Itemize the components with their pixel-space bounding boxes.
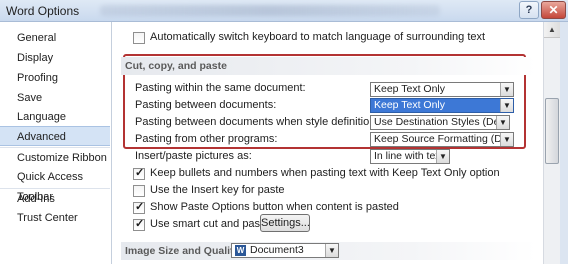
show-paste-options-label: Show Paste Options button when content i… [150,201,399,213]
sidebar-item-add-ins[interactable]: Add-Ins [0,188,110,208]
insert-pictures-label: Insert/paste pictures as: [135,150,252,162]
auto-keyboard-checkbox[interactable] [133,32,145,44]
sidebar-item-language[interactable]: Language [0,107,110,127]
paste-between-label: Pasting between documents: [135,99,277,111]
use-insert-key-checkbox[interactable] [133,185,145,197]
chevron-down-icon: ▼ [500,83,513,96]
chevron-down-icon: ▼ [436,150,449,163]
settings-button[interactable]: Settings... [260,214,310,232]
auto-keyboard-label: Automatically switch keyboard to match l… [150,31,486,43]
sidebar-item-save[interactable]: Save [0,88,110,108]
paste-within-value: Keep Text Only [374,83,446,95]
image-document-value: Document3 [250,244,304,256]
sidebar-item-general[interactable]: General [0,28,110,48]
window-border [560,22,568,264]
advanced-options-panel: Automatically switch keyboard to match l… [113,22,543,264]
sidebar-item-display[interactable]: Display [0,48,110,68]
title-bar: Word Options ? ✕ [0,0,568,22]
paste-conflict-dropdown[interactable]: Use Destination Styles (Default) ▼ [370,115,510,130]
smart-cut-label: Use smart cut and paste [150,218,270,230]
insert-pictures-dropdown[interactable]: In line with text ▼ [370,149,450,164]
sidebar-item-trust-center[interactable]: Trust Center [0,208,110,228]
scroll-up-arrow-icon[interactable]: ▲ [544,22,560,38]
section-header-cut-copy-paste: Cut, copy, and paste [121,57,536,75]
paste-within-dropdown[interactable]: Keep Text Only ▼ [370,82,514,97]
paste-between-value: Keep Text Only [374,99,446,111]
document-icon: W [235,245,246,256]
paste-conflict-value: Use Destination Styles (Default) [374,116,510,128]
sidebar-item-advanced[interactable]: Advanced [0,126,110,146]
smart-cut-checkbox[interactable] [133,217,145,231]
show-paste-options-checkbox[interactable] [133,200,145,214]
keep-bullets-checkbox[interactable] [133,166,145,180]
window-title: Word Options [6,4,80,18]
vertical-scrollbar[interactable]: ▲ [543,22,560,264]
chevron-down-icon: ▼ [496,116,509,129]
image-document-dropdown[interactable]: W Document3 ▼ [231,243,339,258]
chevron-down-icon: ▼ [500,133,513,146]
paste-other-label: Pasting from other programs: [135,133,278,145]
sidebar-item-quick-access-toolbar[interactable]: Quick Access Toolbar [0,167,110,203]
chevron-down-icon: ▼ [325,244,338,257]
options-sidebar: General Display Proofing Save Language A… [0,22,112,264]
help-button[interactable]: ? [519,1,539,19]
scroll-thumb[interactable] [545,98,559,164]
insert-pictures-value: In line with text [374,150,444,162]
keep-bullets-label: Keep bullets and numbers when pasting te… [150,167,500,179]
paste-between-dropdown[interactable]: Keep Text Only ▼ [370,98,514,113]
sidebar-item-customize-ribbon[interactable]: Customize Ribbon [0,147,110,167]
use-insert-key-label: Use the Insert key for paste [150,184,285,196]
chevron-down-icon: ▼ [500,99,513,112]
paste-other-dropdown[interactable]: Keep Source Formatting (Default) ▼ [370,132,514,147]
close-button[interactable]: ✕ [541,1,566,19]
paste-other-value: Keep Source Formatting (Default) [374,133,513,145]
blurred-background [100,5,440,16]
paste-within-label: Pasting within the same document: [135,82,306,94]
sidebar-item-proofing[interactable]: Proofing [0,68,110,88]
